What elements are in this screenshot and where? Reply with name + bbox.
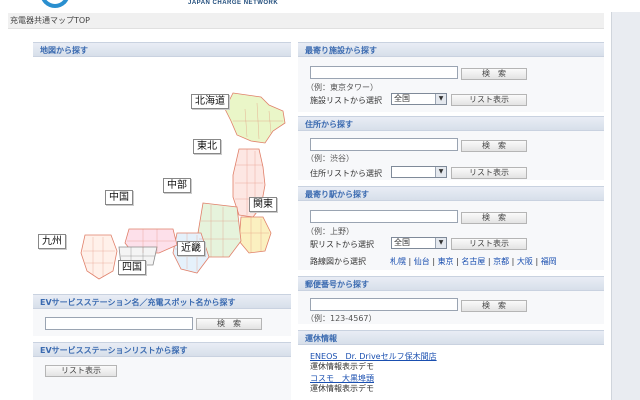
japan-map-graphic[interactable] — [33, 57, 291, 288]
station-name-title: EVサービスステーション名／充電スポット名から探す — [33, 294, 291, 309]
nearest-facility-panel: 最寄り施設から探す 検 索 （例：東京タワー） 施設リストから選択 全国 ▼ リ… — [298, 42, 604, 112]
operation-entry-link[interactable]: ENEOS Dr. Driveセルフ保木間店 — [310, 352, 437, 361]
facility-region-select[interactable]: 全国 ▼ — [391, 93, 447, 105]
station-list-button[interactable]: リスト表示 — [451, 238, 527, 250]
route-map-label: 路線図から選択 — [310, 257, 366, 266]
breadcrumb[interactable]: 充電器共通マップTOP — [8, 13, 604, 29]
address-list-button[interactable]: リスト表示 — [451, 167, 527, 179]
station-list-select-label: 駅リストから選択 — [310, 240, 374, 249]
facility-search-button[interactable]: 検 索 — [461, 68, 527, 80]
station-name-search-button[interactable]: 検 索 — [196, 318, 262, 330]
nearest-station-panel: 最寄り駅から探す 検 索 （例：上野） 駅リストから選択 全国 ▼ リスト表示 … — [298, 186, 604, 270]
address-panel: 住所から探す 検 索 （例：渋谷） 住所リストから選択 ▼ リスト表示 — [298, 116, 604, 180]
chevron-down-icon: ▼ — [435, 167, 446, 177]
map-label-kanto[interactable]: 関東 — [249, 197, 277, 212]
map-region-hokkaido — [224, 92, 286, 144]
station-list-button[interactable]: リスト表示 — [45, 365, 117, 377]
map-label-kyushu[interactable]: 九州 — [38, 234, 66, 249]
city-link-sapporo[interactable]: 札幌 — [390, 257, 406, 266]
station-search-input[interactable] — [310, 210, 458, 223]
city-link-tokyo[interactable]: 東京 — [438, 257, 454, 266]
operation-info-panel: 運休情報 ENEOS Dr. Driveセルフ保木間店 運休情報表示デモ コスモ… — [298, 330, 604, 400]
postal-search-input[interactable] — [310, 298, 458, 311]
operation-entry-link[interactable]: コスモ 大黒埠頭 — [310, 374, 374, 383]
address-search-button[interactable]: 検 索 — [461, 140, 527, 152]
map-label-hokkaido[interactable]: 北海道 — [191, 94, 229, 109]
station-region-value: 全国 — [394, 238, 410, 247]
station-example: （例：上野） — [306, 227, 354, 236]
address-region-select[interactable]: ▼ — [391, 166, 447, 178]
postal-example: （例：123-4567） — [306, 314, 377, 323]
logo-icon — [40, 0, 70, 8]
map-label-tohoku[interactable]: 東北 — [193, 139, 221, 154]
japan-map: 北海道 東北 中部 関東 中国 九州 近畿 四国 — [33, 57, 291, 288]
station-list-title: EVサービスステーションリストから探す — [33, 342, 291, 357]
city-link-kyoto[interactable]: 京都 — [493, 257, 509, 266]
city-link-sendai[interactable]: 仙台 — [414, 257, 430, 266]
page-side-frame — [611, 12, 640, 400]
station-search-button[interactable]: 検 索 — [461, 212, 527, 224]
map-search-title: 地図から探す — [33, 42, 291, 57]
route-city-links: 札幌 | 仙台 | 東京 | 名古屋 | 京都 | 大阪 | 福岡 — [390, 257, 557, 266]
city-link-fukuoka[interactable]: 福岡 — [541, 257, 557, 266]
postal-panel: 郵便番号から探す 検 索 （例：123-4567） — [298, 276, 604, 324]
facility-example: （例：東京タワー） — [306, 83, 378, 92]
nearest-station-title: 最寄り駅から探す — [298, 186, 604, 201]
chevron-down-icon: ▼ — [435, 238, 446, 248]
city-link-osaka[interactable]: 大阪 — [517, 257, 533, 266]
map-label-chugoku[interactable]: 中国 — [105, 190, 133, 205]
map-label-shikoku[interactable]: 四国 — [118, 260, 146, 275]
address-list-select-label: 住所リストから選択 — [310, 169, 382, 178]
operation-entry-status: 運休情報表示デモ — [310, 362, 374, 371]
address-title: 住所から探す — [298, 116, 604, 131]
facility-list-select-label: 施設リストから選択 — [310, 96, 382, 105]
map-label-kinki[interactable]: 近畿 — [177, 241, 205, 256]
station-list-panel: EVサービスステーションリストから探す リスト表示 — [33, 342, 291, 400]
facility-search-input[interactable] — [310, 66, 458, 79]
facility-list-button[interactable]: リスト表示 — [451, 94, 527, 106]
logo-text: JAPAN CHARGE NETWORK — [188, 0, 279, 6]
nearest-facility-title: 最寄り施設から探す — [298, 42, 604, 57]
station-name-panel: EVサービスステーション名／充電スポット名から探す 検 索 — [33, 294, 291, 336]
map-label-chubu[interactable]: 中部 — [163, 178, 191, 193]
station-name-input[interactable] — [45, 317, 193, 330]
operation-info-title: 運休情報 — [298, 330, 604, 345]
facility-region-value: 全国 — [394, 94, 410, 103]
postal-search-button[interactable]: 検 索 — [461, 300, 527, 312]
postal-title: 郵便番号から探す — [298, 276, 604, 291]
address-search-input[interactable] — [310, 138, 458, 151]
station-region-select[interactable]: 全国 ▼ — [391, 237, 447, 249]
chevron-down-icon: ▼ — [435, 94, 446, 104]
map-search-panel: 地図から探す 北海道 東北 中部 関東 中国 九州 近畿 四国 — [33, 42, 291, 288]
city-link-nagoya[interactable]: 名古屋 — [461, 257, 485, 266]
address-example: （例：渋谷） — [306, 154, 354, 163]
map-region-kyushu — [80, 234, 118, 280]
map-region-kanto — [238, 216, 272, 254]
operation-entry-status: 運休情報表示デモ — [310, 384, 374, 393]
top-bar: JAPAN CHARGE NETWORK — [0, 0, 640, 12]
